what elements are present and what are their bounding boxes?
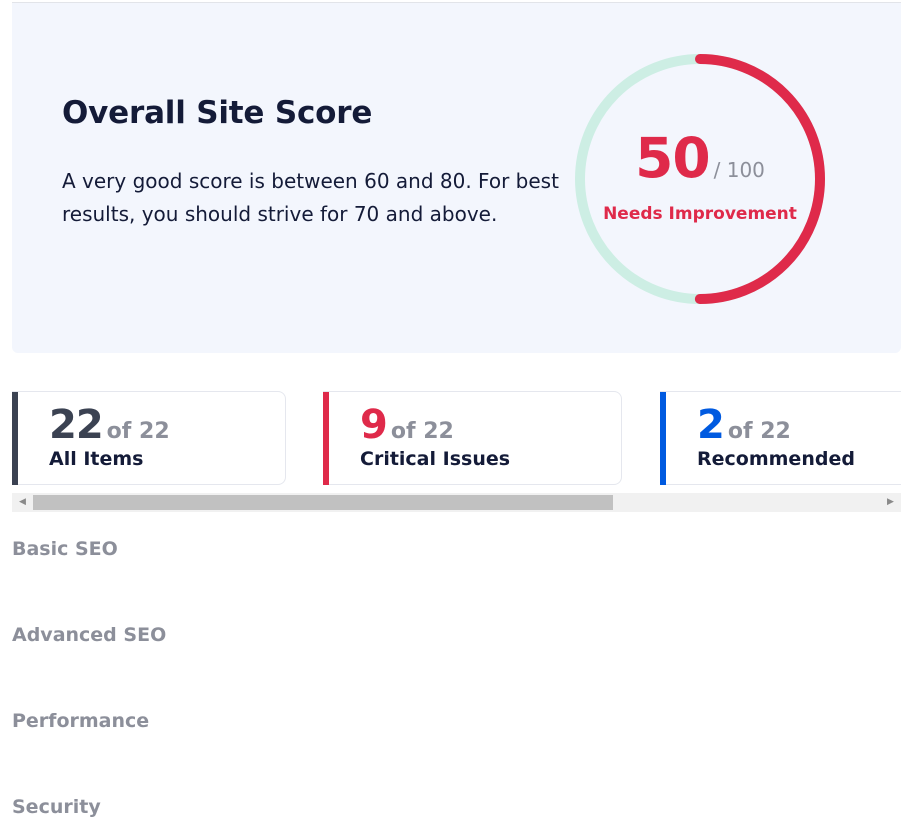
card-accent-bar [323,392,329,485]
score-title: Overall Site Score [62,95,373,131]
score-status: Needs Improvement [603,204,797,224]
stat-cards-row: 22 of 22 All Items 9 of 22 Critical Issues… [12,391,901,485]
recommended-total: of 22 [727,419,791,444]
section-basic-seo[interactable]: Basic SEO [12,538,118,560]
count-line: 2 of 22 [697,402,791,448]
horizontal-scrollbar[interactable]: ◀ ▶ [12,493,901,512]
stat-card-recommended[interactable]: 2 of 22 Recommended [660,391,901,485]
score-number: 50 [635,126,711,190]
recommended-label: Recommended [697,448,855,470]
all-items-count: 22 [49,402,104,448]
critical-issues-label: Critical Issues [360,448,511,470]
section-advanced-seo[interactable]: Advanced SEO [12,624,166,646]
critical-issues-total: of 22 [390,419,454,444]
score-gauge: 50/ 100 Needs Improvement [568,48,832,310]
count-line: 9 of 22 [360,402,454,448]
score-max: / 100 [713,158,765,182]
scrollbar-thumb[interactable] [33,495,613,510]
all-items-label: All Items [49,448,144,470]
score-value: 50/ 100 [568,126,832,190]
section-security[interactable]: Security [12,796,101,818]
recommended-count: 2 [697,402,725,448]
stat-card-critical-issues[interactable]: 9 of 22 Critical Issues [323,391,622,485]
score-description: A very good score is between 60 and 80. … [62,169,559,226]
scroll-left-icon[interactable]: ◀ [14,493,31,512]
count-line: 22 of 22 [49,402,170,448]
stat-card-all-items[interactable]: 22 of 22 All Items [12,391,286,485]
scroll-right-icon[interactable]: ▶ [882,493,899,512]
card-accent-bar [12,392,18,485]
section-performance[interactable]: Performance [12,710,149,732]
all-items-total: of 22 [106,419,170,444]
card-accent-bar [660,392,666,485]
critical-issues-count: 9 [360,402,388,448]
